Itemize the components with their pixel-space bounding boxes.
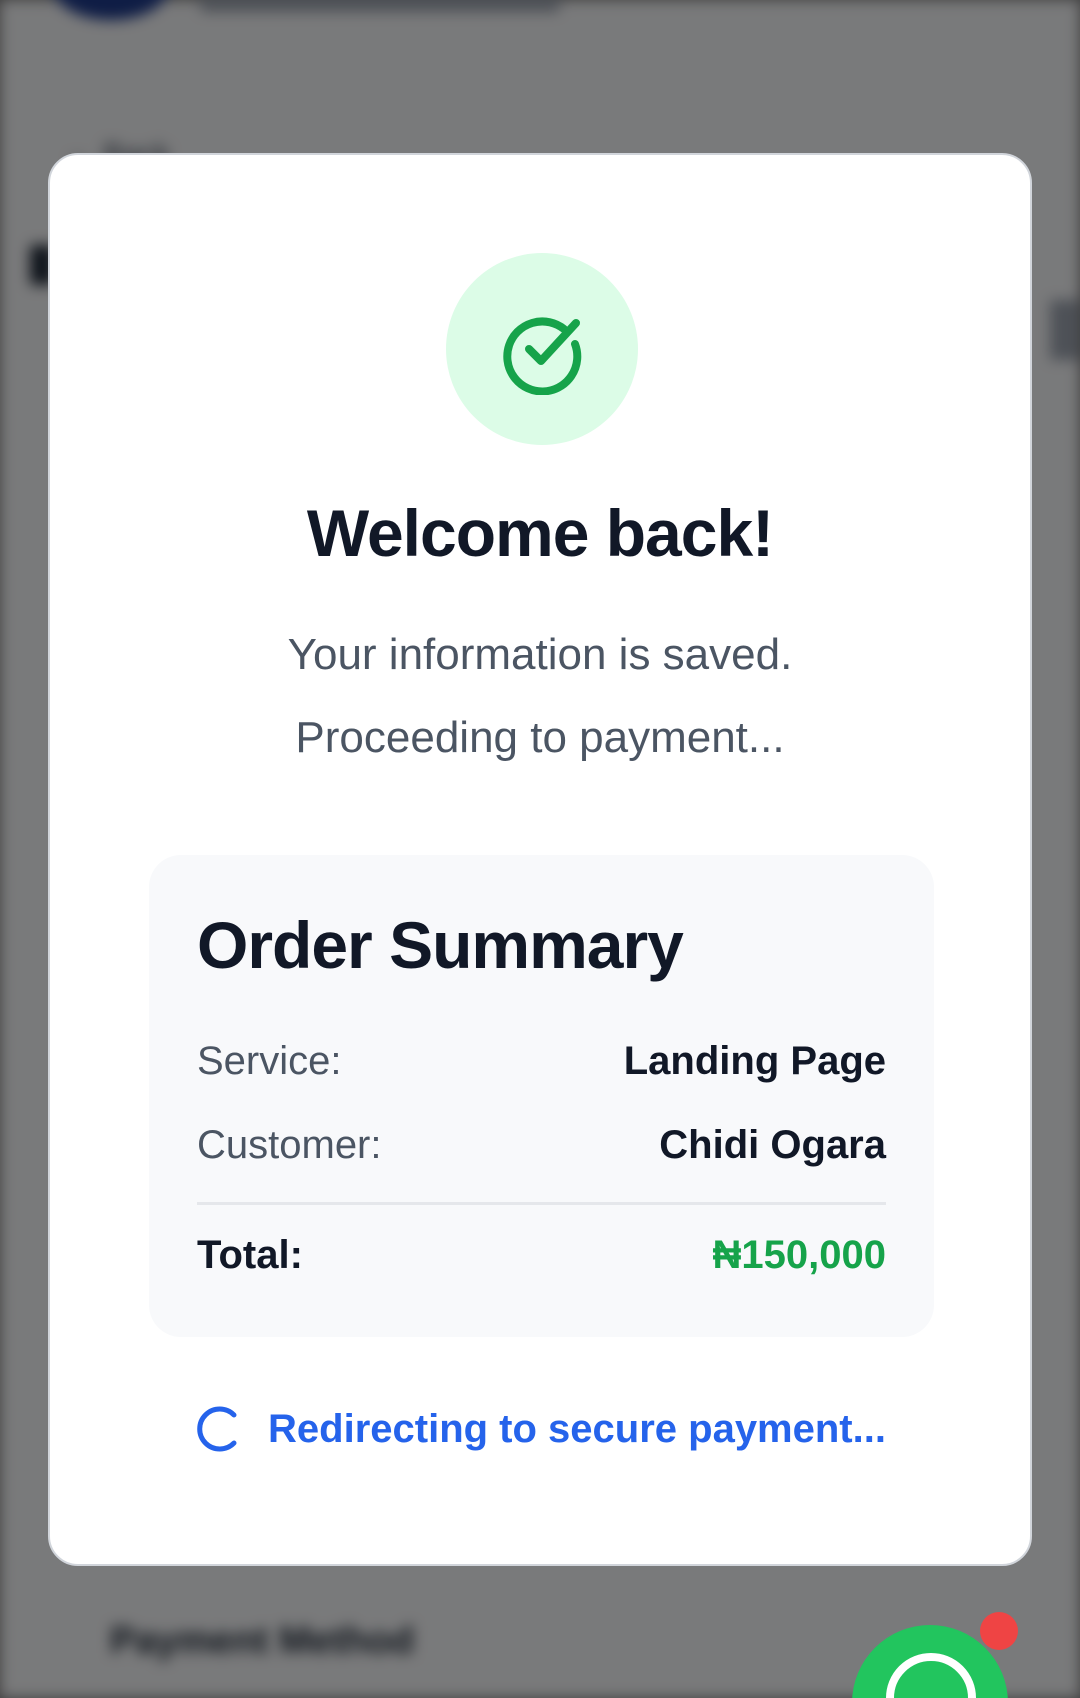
redirect-status: Redirecting to secure payment... <box>50 1405 1030 1453</box>
total-label: Total: <box>197 1233 303 1277</box>
summary-row-customer: Customer: Chidi Ogara <box>197 1123 886 1168</box>
check-circle-icon <box>503 317 582 395</box>
service-value: Landing Page <box>623 1039 886 1083</box>
spinner-icon <box>197 1406 237 1452</box>
order-summary-card: Order Summary Service: Landing Page Cust… <box>149 855 934 1337</box>
service-label: Service: <box>197 1039 342 1083</box>
summary-row-total: Total: ₦150,000 <box>197 1233 886 1278</box>
order-summary-title: Order Summary <box>197 908 684 982</box>
summary-divider <box>197 1202 886 1205</box>
welcome-back-modal: Welcome back! Your information is saved.… <box>48 153 1032 1566</box>
modal-subtitle: Your information is saved. <box>287 630 793 679</box>
customer-label: Customer: <box>197 1123 382 1167</box>
total-value: ₦150,000 <box>712 1233 886 1277</box>
modal-title: Welcome back! <box>306 496 774 570</box>
redirect-text: Redirecting to secure payment... <box>268 1406 886 1451</box>
notification-dot <box>980 1612 1018 1650</box>
modal-subtitle-status: Proceeding to payment... <box>295 713 785 762</box>
whatsapp-icon <box>886 1653 976 1698</box>
customer-value: Chidi Ogara <box>659 1123 886 1167</box>
summary-row-service: Service: Landing Page <box>197 1039 886 1084</box>
success-badge <box>446 253 638 445</box>
